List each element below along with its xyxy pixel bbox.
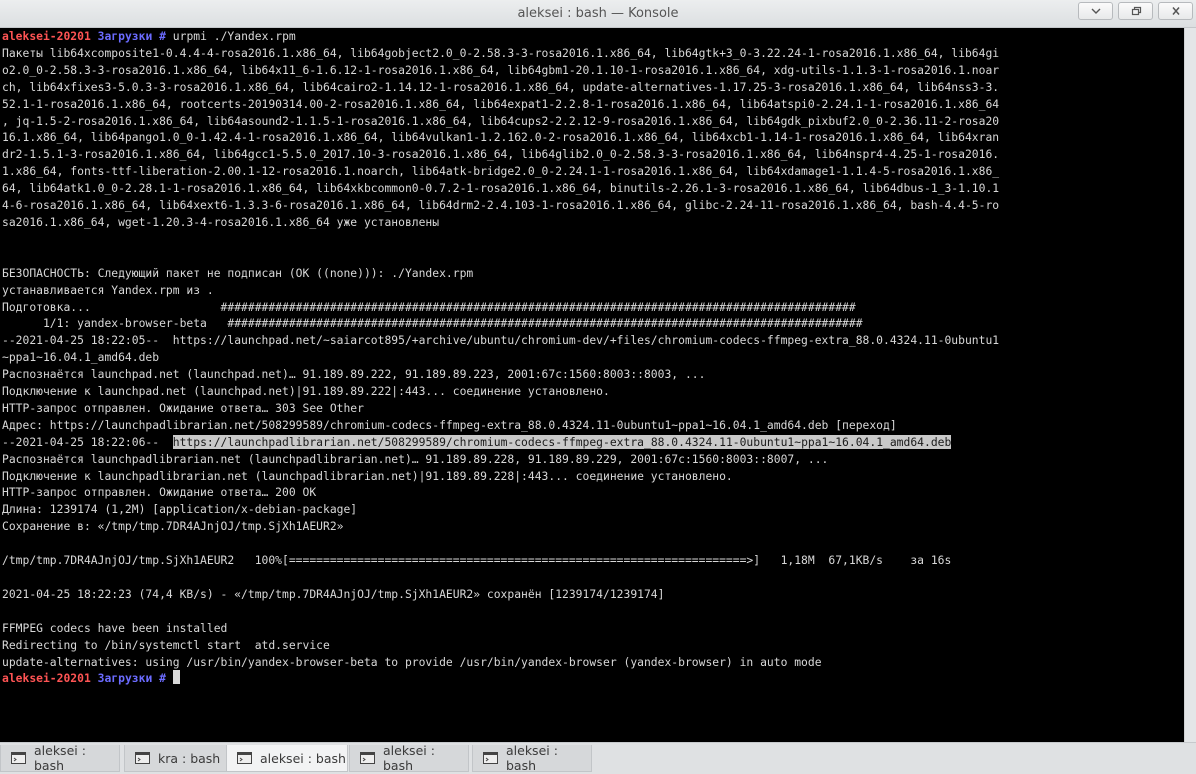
prompt-directory: Загрузки — [97, 29, 153, 43]
command-text: urpmi ./Yandex.rpm — [165, 29, 296, 43]
selected-url[interactable]: https://launchpadlibrarian.net/508299589… — [172, 434, 952, 449]
text-cursor — [172, 670, 180, 685]
terminal-icon — [135, 752, 150, 764]
prompt-directory-2: Загрузки — [97, 671, 153, 686]
tab-bar: aleksei : bash kra : bash aleksei : bash… — [0, 742, 1196, 774]
restore-icon — [1131, 6, 1141, 16]
prompt-symbol: # — [159, 29, 166, 43]
terminal-icon — [237, 752, 252, 764]
tab-label: aleksei : bash — [34, 743, 86, 773]
terminal-icon — [360, 752, 375, 764]
prompt-symbol-2: # — [159, 671, 166, 686]
terminal-output-area[interactable]: aleksei-20201 Загрузки # urpmi ./Yandex.… — [0, 28, 1184, 742]
tab-label: aleksei : bash — [260, 750, 346, 766]
terminal-icon — [483, 752, 498, 764]
minimize-button[interactable] — [1078, 2, 1113, 20]
output-block-2: Распознаётся launchpadlibrarian.net (lau… — [2, 451, 952, 669]
terminal-text: aleksei-20201 Загрузки # urpmi ./Yandex.… — [2, 28, 1182, 687]
tab-label: aleksei : bash — [383, 743, 435, 773]
prompt-user-host-2: aleksei-20201 — [2, 671, 91, 686]
prompt-user-host: aleksei-20201 — [2, 29, 91, 43]
terminal-icon — [11, 752, 26, 764]
maximize-button[interactable] — [1118, 2, 1153, 20]
tab-label: aleksei : bash — [506, 743, 558, 773]
tab-label: kra : bash — [158, 750, 221, 766]
vertical-scrollbar[interactable] — [1184, 28, 1196, 742]
minimize-icon — [1091, 8, 1100, 14]
title-bar: aleksei : bash — Konsole — [0, 0, 1196, 28]
redirect-line-prefix: --2021-04-25 18:22:06-- — [2, 434, 173, 449]
window-title: aleksei : bash — Konsole — [517, 6, 679, 21]
close-icon — [1171, 7, 1180, 15]
tab-session-5[interactable]: aleksei : bash — [472, 743, 592, 773]
tab-session-3-active[interactable]: aleksei : bash — [226, 745, 348, 772]
close-button[interactable] — [1158, 2, 1193, 20]
tab-session-4[interactable]: aleksei : bash — [349, 743, 469, 773]
tab-session-1[interactable]: aleksei : bash — [0, 743, 120, 773]
output-block-1: Пакеты lib64xcomposite1-0.4.4-4-rosa2016… — [2, 45, 1000, 432]
